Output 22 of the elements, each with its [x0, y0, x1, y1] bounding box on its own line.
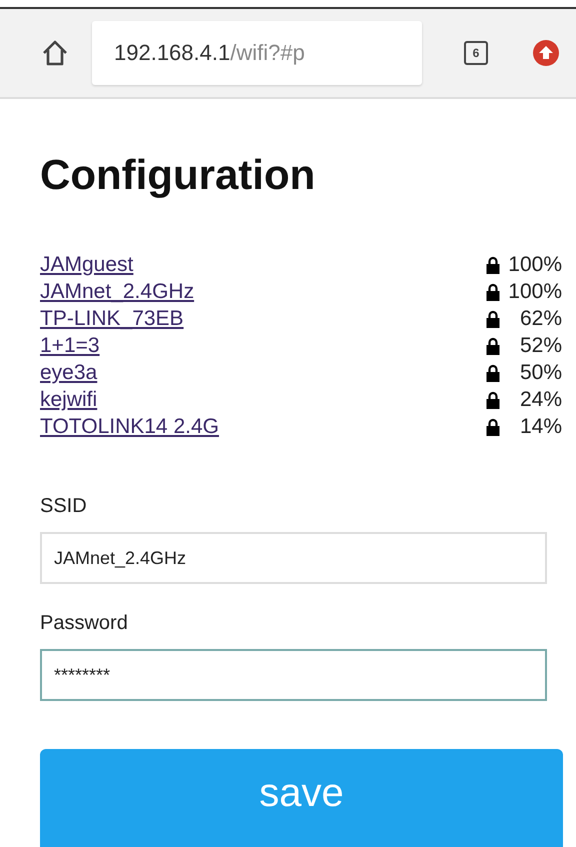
password-field[interactable]: ********	[40, 649, 547, 701]
field-label: Password	[40, 612, 129, 635]
network-link[interactable]: JAMguest	[40, 252, 486, 276]
signal-strength: 100%	[507, 252, 562, 276]
network-link[interactable]: 1+1=3	[40, 334, 486, 358]
signal-strength: 50%	[518, 360, 562, 384]
network-link[interactable]: kejwifi	[40, 388, 486, 412]
signal-strength: 24%	[518, 388, 562, 412]
network-link[interactable]: TP-LINK_73EB	[40, 306, 486, 330]
tab-count[interactable]: 6	[464, 41, 488, 65]
signal-strength: 52%	[518, 334, 562, 358]
upload-icon[interactable]	[532, 39, 560, 67]
network-link[interactable]: eye3a	[40, 360, 486, 384]
page-title: Configuration	[40, 150, 316, 200]
ssid-field[interactable]: JAMnet_2.4GHz	[40, 532, 547, 584]
address-bar[interactable]: 192.168.4.1/wifi?#p	[92, 21, 422, 85]
signal-strength: 14%	[518, 414, 562, 438]
signal-strength: 100%	[507, 280, 562, 304]
network-link[interactable]: JAMnet_2.4GHz	[40, 280, 486, 304]
signal-strength: 62%	[518, 306, 562, 330]
network-link[interactable]: TOTOLINK14 2.4G	[40, 414, 486, 438]
field-label: SSID	[40, 495, 88, 518]
